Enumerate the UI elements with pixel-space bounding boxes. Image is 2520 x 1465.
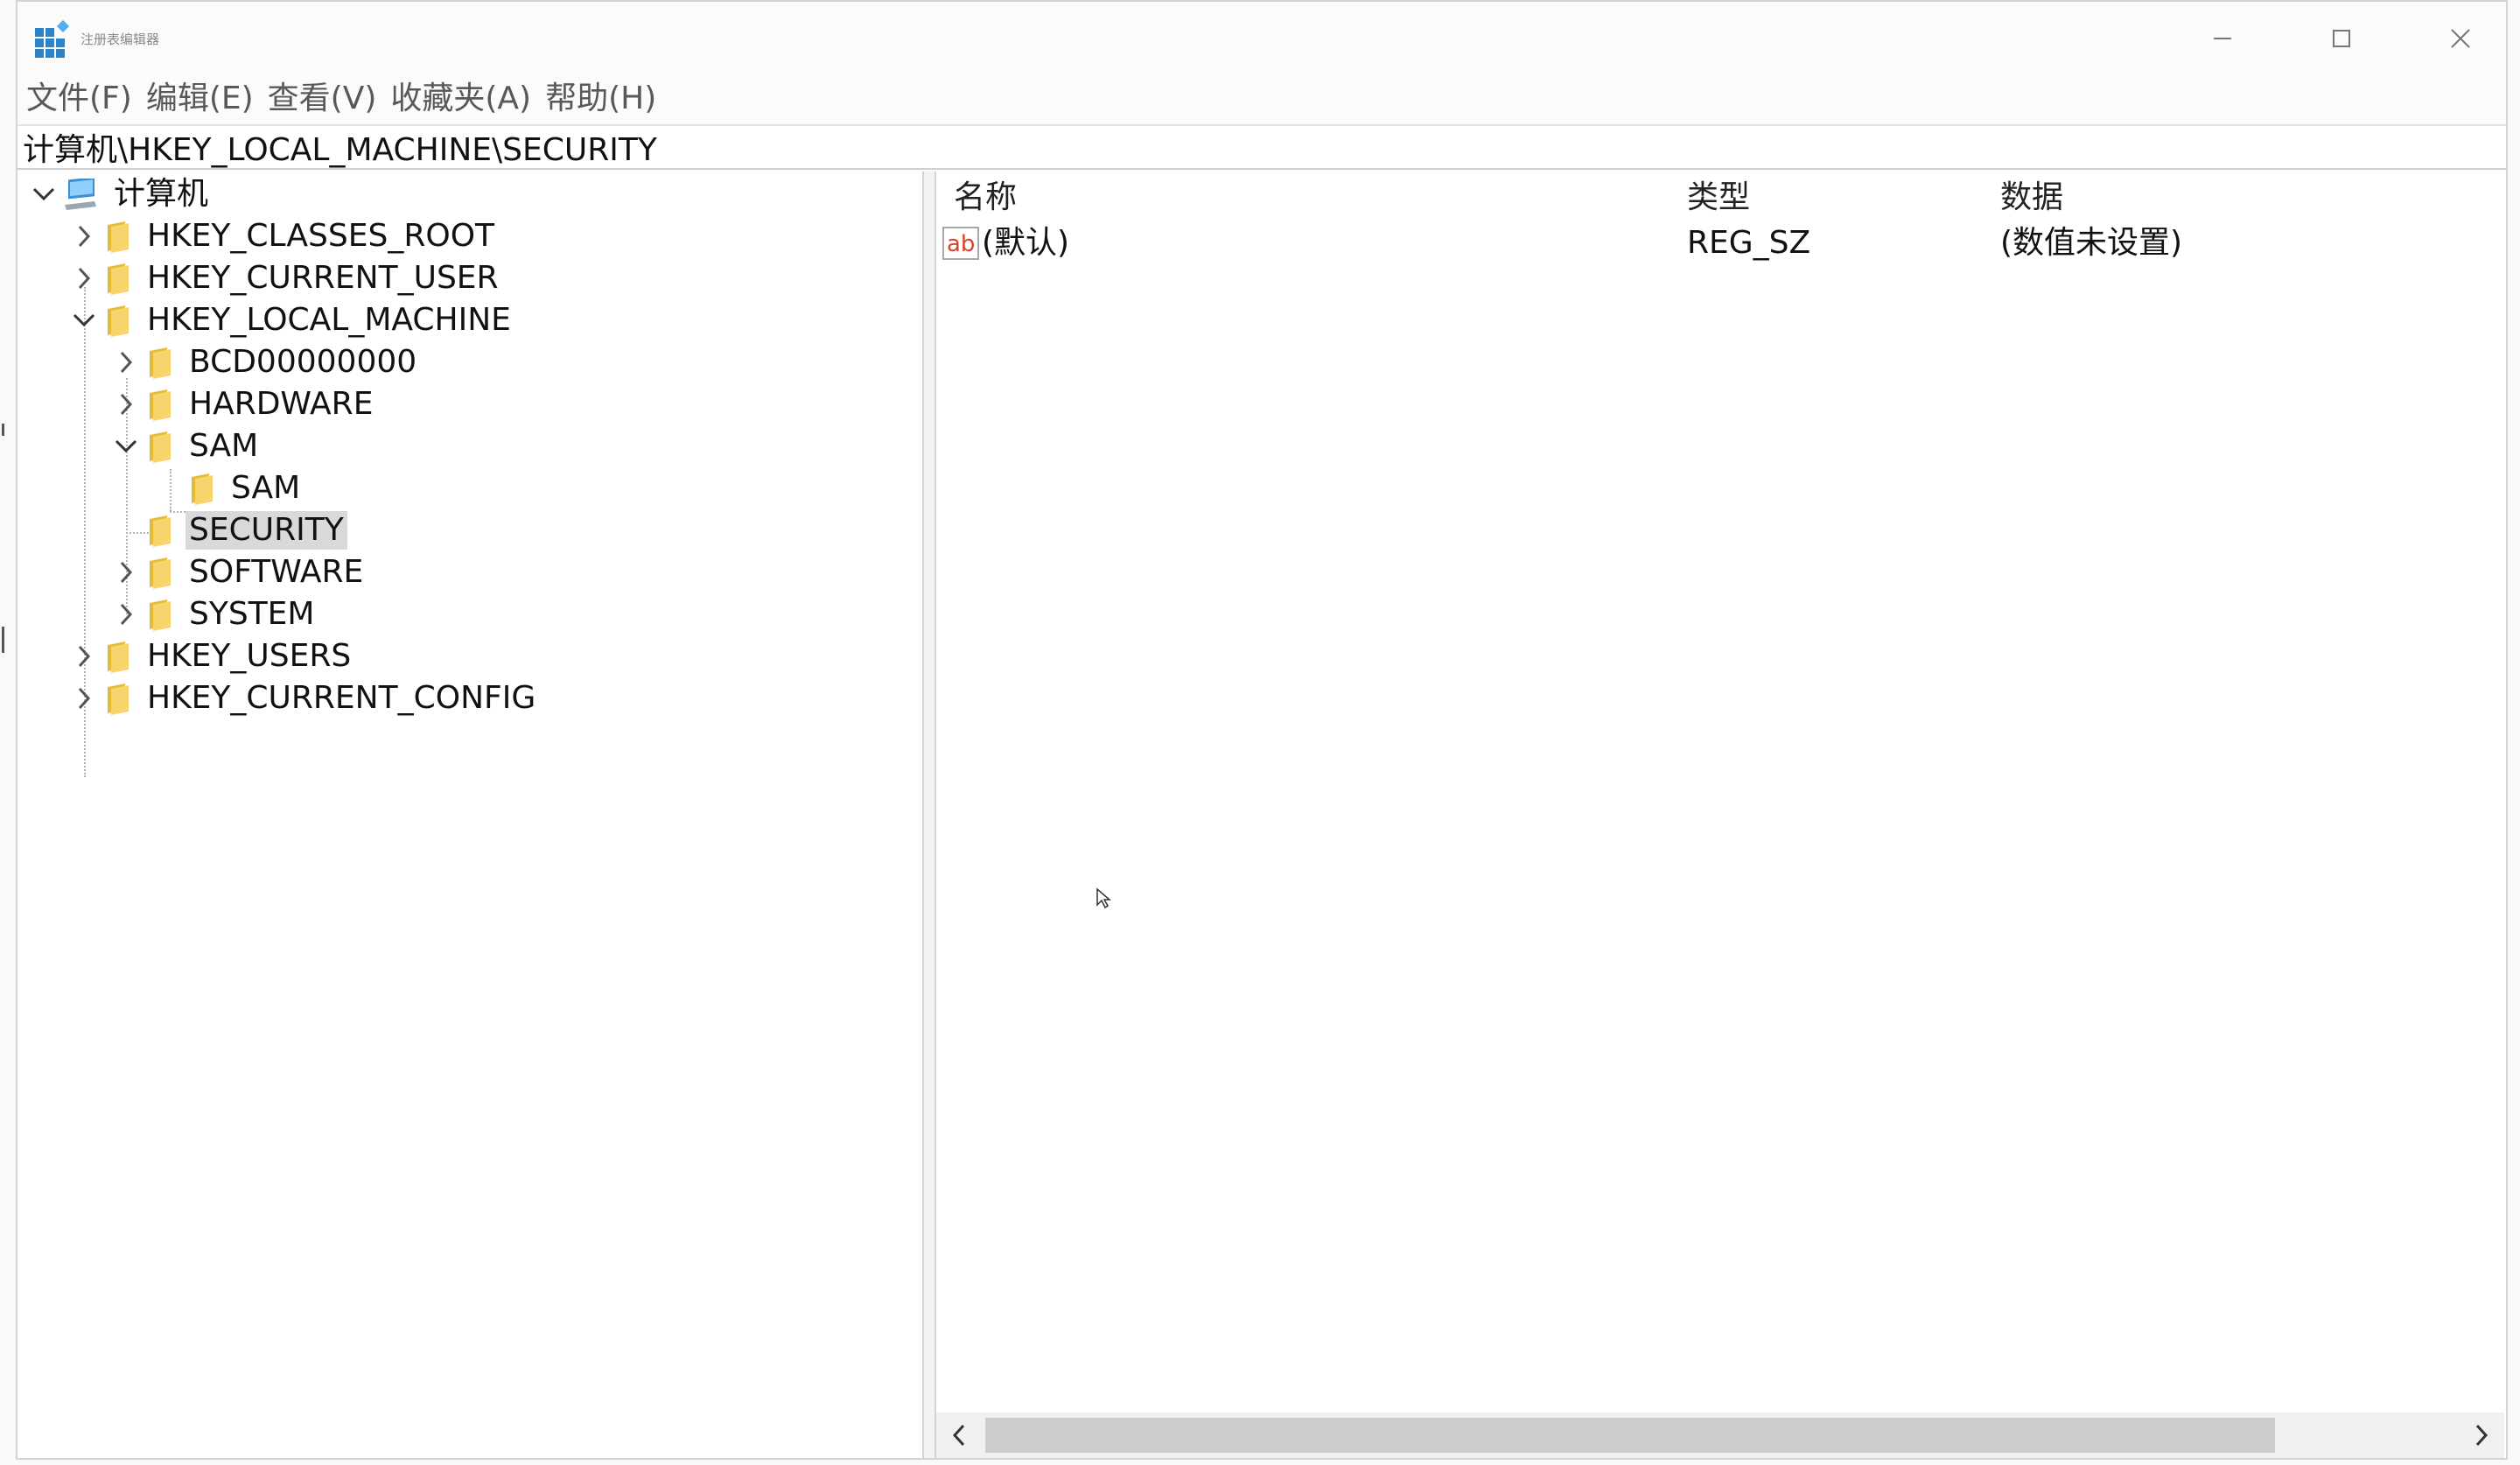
tree-node-hkey-current-config[interactable]: HKEY_CURRENT_CONFIG [66, 677, 539, 719]
folder-icon [102, 299, 133, 341]
folder-icon [102, 677, 133, 719]
tree-node-hkey-classes-root[interactable]: HKEY_CLASSES_ROOT [66, 215, 498, 257]
tree-label: HKEY_CURRENT_CONFIG [147, 680, 536, 716]
chevron-right-icon [2475, 1424, 2488, 1447]
tree-label: SOFTWARE [189, 554, 364, 590]
menu-bar: 文件(F) 编辑(E) 查看(V) 收藏夹(A) 帮助(H) [18, 75, 2506, 123]
close-button[interactable] [2408, 11, 2513, 67]
column-header-name[interactable]: 名称 [954, 177, 1017, 219]
menu-help[interactable]: 帮助(H) [540, 75, 662, 123]
address-input[interactable] [21, 126, 2473, 168]
tree-node-hkey-current-user[interactable]: HKEY_CURRENT_USER [66, 257, 502, 299]
chevron-right-icon[interactable] [108, 593, 144, 635]
folder-icon [102, 257, 133, 299]
tree-node-hkey-local-machine[interactable]: HKEY_LOCAL_MACHINE [66, 299, 514, 341]
tree-node-bcd[interactable]: BCD00000000 [108, 341, 420, 383]
maximize-icon [2333, 30, 2350, 47]
desktop-edge-mark [2, 627, 4, 653]
registry-editor-window: 注册表编辑器 文件(F) 编辑(E) 查看(V) 收藏夹(A) 帮助(H) 计算… [16, 0, 2508, 1460]
tree-node-security[interactable]: SECURITY [108, 509, 347, 551]
horizontal-scrollbar[interactable] [936, 1412, 2504, 1458]
address-bar [18, 124, 2506, 170]
desktop-edge-mark [2, 424, 4, 436]
value-name: (默认) [982, 225, 1070, 261]
tree-label: HKEY_CURRENT_USER [147, 260, 499, 296]
chevron-right-icon[interactable] [108, 341, 144, 383]
close-icon [2451, 29, 2470, 48]
tree-label: HARDWARE [189, 386, 374, 422]
scroll-thumb[interactable] [985, 1418, 2275, 1453]
tree-label: HKEY_CLASSES_ROOT [147, 218, 495, 254]
chevron-right-icon[interactable] [108, 551, 144, 593]
tree-label: BCD00000000 [189, 344, 417, 380]
minimize-button[interactable] [2170, 11, 2275, 67]
folder-icon [144, 383, 175, 425]
tree-label: SAM [189, 428, 259, 464]
menu-file[interactable]: 文件(F) [21, 75, 137, 123]
svg-text:ab: ab [947, 231, 975, 257]
pane-splitter[interactable] [924, 172, 934, 1458]
folder-icon [102, 215, 133, 257]
folder-icon [144, 341, 175, 383]
value-type: REG_SZ [1687, 225, 1811, 261]
column-header-data[interactable]: 数据 [2000, 177, 2063, 219]
folder-icon [144, 509, 175, 551]
computer-icon [61, 173, 100, 215]
menu-view[interactable]: 查看(V) [262, 75, 382, 123]
window-title: 注册表编辑器 [80, 32, 160, 47]
chevron-right-icon[interactable] [66, 257, 102, 299]
value-data: (数值未设置) [2000, 225, 2183, 261]
chevron-down-icon[interactable] [26, 173, 61, 215]
string-value-icon: ab [942, 227, 979, 260]
menu-edit[interactable]: 编辑(E) [141, 75, 259, 123]
tree-node-hkey-users[interactable]: HKEY_USERS [66, 635, 354, 677]
title-bar: 注册表编辑器 [18, 2, 2506, 74]
registry-app-icon [35, 19, 70, 58]
maximize-button[interactable] [2289, 11, 2394, 67]
column-header-type[interactable]: 类型 [1687, 177, 1750, 219]
values-pane[interactable]: 名称 类型 数据 ab (默认) REG_SZ (数值未设置) [934, 172, 2506, 1458]
folder-icon [102, 635, 133, 677]
minimize-icon [2214, 38, 2231, 39]
key-tree-pane[interactable]: 计算机 HKEY_CLASSES_ROOT HKEY_CURRENT_USER [18, 172, 924, 1458]
mouse-cursor-icon [1096, 887, 1111, 909]
folder-icon [144, 593, 175, 635]
scroll-left-button[interactable] [936, 1412, 982, 1458]
chevron-right-icon[interactable] [108, 383, 144, 425]
chevron-down-icon[interactable] [108, 425, 144, 467]
tree-label: SAM [231, 470, 301, 506]
tree-label: HKEY_LOCAL_MACHINE [147, 302, 511, 338]
chevron-right-icon[interactable] [66, 677, 102, 719]
folder-icon [144, 425, 175, 467]
menu-favorites[interactable]: 收藏夹(A) [385, 75, 536, 123]
tree-node-software[interactable]: SOFTWARE [108, 551, 367, 593]
tree-node-system[interactable]: SYSTEM [108, 593, 318, 635]
tree-node-computer[interactable]: 计算机 [26, 173, 212, 215]
tree-label: HKEY_USERS [147, 638, 352, 674]
tree-node-sam[interactable]: SAM [108, 425, 262, 467]
chevron-left-icon [952, 1424, 965, 1447]
folder-icon [144, 551, 175, 593]
chevron-down-icon[interactable] [66, 299, 102, 341]
scroll-right-button[interactable] [2459, 1412, 2504, 1458]
chevron-right-icon[interactable] [66, 635, 102, 677]
tree-label-selected: SECURITY [186, 511, 347, 550]
tree-node-hardware[interactable]: HARDWARE [108, 383, 376, 425]
folder-icon [186, 467, 217, 509]
tree-label: 计算机 [114, 176, 209, 212]
tree-label: SYSTEM [189, 596, 315, 632]
tree-node-sam-sam[interactable]: SAM [150, 467, 304, 509]
chevron-right-icon[interactable] [66, 215, 102, 257]
